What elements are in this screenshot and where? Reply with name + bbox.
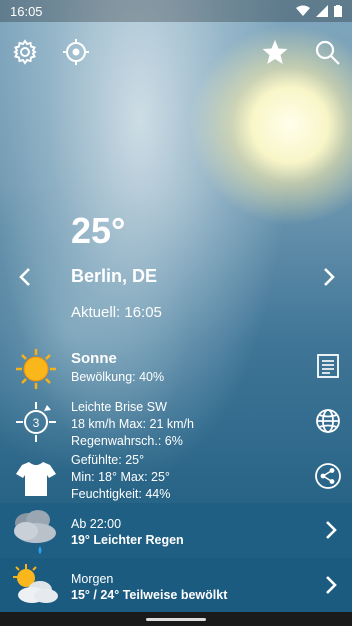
forecast-summary: 19° Leichter Regen <box>71 533 184 547</box>
tshirt-icon <box>14 456 58 500</box>
forecast-time: Morgen <box>71 572 114 586</box>
humidity: Feuchtigkeit: 44% <box>71 487 171 501</box>
crosshair-icon <box>63 39 89 65</box>
battery-icon <box>334 5 342 17</box>
previous-location-button[interactable] <box>15 266 35 288</box>
wifi-icon <box>296 5 310 16</box>
last-updated: Aktuell: 16:05 <box>71 304 162 321</box>
cloud-cover: Bewölkung: 40% <box>71 370 165 384</box>
search-icon <box>315 40 340 65</box>
forecast-time: Ab 22:00 <box>71 517 122 531</box>
signal-icon <box>316 5 328 17</box>
city-name: Berlin, DE <box>71 266 158 286</box>
star-icon <box>262 40 288 64</box>
cloud-rain-icon <box>8 506 62 556</box>
min-max-temp: Min: 18° Max: 25° <box>71 470 170 484</box>
wind-direction-icon: 3 <box>14 400 58 444</box>
feels-row: Gefühlte: 25° Min: 18° Max: 25° Feuchtig… <box>0 452 352 502</box>
locate-button[interactable] <box>62 38 90 66</box>
system-navigation-bar <box>0 612 352 626</box>
details-button[interactable] <box>314 352 342 380</box>
share-button[interactable] <box>314 462 342 490</box>
chevron-right-icon <box>324 268 335 286</box>
forecast-tonight[interactable]: Ab 22:00 19° Leichter Regen <box>0 503 352 557</box>
settings-button[interactable] <box>11 38 39 66</box>
gear-icon <box>13 39 37 65</box>
condition-title: Sonne <box>71 350 117 367</box>
chevron-left-icon <box>19 268 30 286</box>
chevron-right-icon <box>326 576 337 594</box>
rain-probability: Regenwahrsch.: 6% <box>71 434 183 448</box>
next-location-button[interactable] <box>319 266 339 288</box>
favorite-button[interactable] <box>261 38 289 66</box>
partly-cloudy-icon <box>10 562 60 608</box>
document-icon <box>317 354 339 378</box>
status-time: 16:05 <box>10 4 43 19</box>
condition-row: Sonne Bewölkung: 40% <box>0 345 352 389</box>
current-temperature: 25° <box>71 210 126 251</box>
forecast-summary: 15° / 24° Teilweise bewölkt <box>71 588 228 602</box>
search-button[interactable] <box>313 38 341 66</box>
wind-description: Leichte Brise SW <box>71 400 167 414</box>
sun-icon <box>14 347 58 391</box>
status-bar: 16:05 <box>0 0 352 22</box>
forecast-tomorrow[interactable]: Morgen 15° / 24° Teilweise bewölkt <box>0 558 352 612</box>
chevron-right-icon <box>326 521 337 539</box>
feels-like: Gefühlte: 25° <box>71 453 145 467</box>
beaufort-value: 3 <box>33 416 40 430</box>
home-gesture-handle[interactable] <box>146 618 206 621</box>
wind-speed: 18 km/h Max: 21 km/h <box>71 417 194 431</box>
map-button[interactable] <box>314 407 342 435</box>
share-icon <box>315 463 341 489</box>
wind-row: 3 Leichte Brise SW 18 km/h Max: 21 km/h … <box>0 397 352 449</box>
globe-icon <box>316 409 340 433</box>
